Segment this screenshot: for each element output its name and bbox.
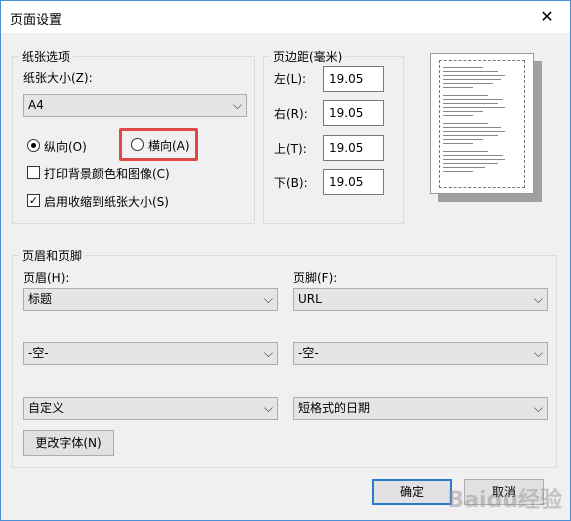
ok-button[interactable]: 确定 xyxy=(372,479,452,505)
chevron-down-icon: ⌵ xyxy=(533,401,543,415)
paper-options-label: 纸张选项 xyxy=(19,48,74,65)
margin-top-input[interactable]: 19.05 xyxy=(323,135,384,161)
margin-right-input[interactable]: 19.05 xyxy=(323,100,384,126)
title-bar: 页面设置 ✕ xyxy=(1,1,570,33)
shrink-to-fit-label: 启用收缩到纸张大小(S) xyxy=(44,195,169,209)
header-select-1[interactable]: 标题 ⌵ xyxy=(23,288,278,311)
margin-top-label: 上(T): xyxy=(274,142,307,156)
footer-select-1[interactable]: URL ⌵ xyxy=(293,288,548,311)
header-select-3[interactable]: 自定义 ⌵ xyxy=(23,397,278,420)
footer-select-1-value: URL xyxy=(298,292,322,306)
margins-label: 页边距(毫米) xyxy=(270,48,346,65)
print-background-checkbox[interactable] xyxy=(27,166,40,179)
margin-right-label: 右(R): xyxy=(274,107,308,121)
shrink-to-fit-checkbox[interactable]: ✓ xyxy=(27,194,40,207)
baidu-watermark: Baidu经验 xyxy=(447,488,562,513)
header-select-2-value: -空- xyxy=(28,346,49,360)
page-preview xyxy=(430,53,534,194)
chevron-down-icon: ⌵ xyxy=(533,292,543,306)
header-label: 页眉(H): xyxy=(23,271,70,285)
print-background-label: 打印背景颜色和图像(C) xyxy=(44,167,170,181)
chevron-down-icon: ⌵ xyxy=(263,346,273,360)
header-select-2[interactable]: -空- ⌵ xyxy=(23,342,278,365)
header-select-3-value: 自定义 xyxy=(28,401,65,415)
margin-left-label: 左(L): xyxy=(274,72,307,86)
footer-select-3-value: 短格式的日期 xyxy=(298,401,371,415)
footer-select-2-value: -空- xyxy=(298,346,319,360)
change-font-button[interactable]: 更改字体(N) xyxy=(23,430,114,456)
paper-size-label: 纸张大小(Z): xyxy=(23,71,93,85)
dialog-title: 页面设置 xyxy=(10,13,63,28)
margin-bottom-input[interactable]: 19.05 xyxy=(323,169,384,195)
footer-select-3[interactable]: 短格式的日期 ⌵ xyxy=(293,397,548,420)
portrait-radio[interactable] xyxy=(27,139,40,152)
paper-size-value: A4 xyxy=(28,98,44,112)
paper-size-select[interactable]: A4 ⌵ xyxy=(23,94,247,117)
close-icon[interactable]: ✕ xyxy=(524,1,570,32)
margin-left-input[interactable]: 19.05 xyxy=(323,66,384,92)
chevron-down-icon: ⌵ xyxy=(533,346,543,360)
margin-bottom-label: 下(B): xyxy=(274,176,308,190)
chevron-down-icon: ⌵ xyxy=(263,292,273,306)
header-select-1-value: 标题 xyxy=(28,292,53,306)
chevron-down-icon: ⌵ xyxy=(263,401,273,415)
footer-select-2[interactable]: -空- ⌵ xyxy=(293,342,548,365)
footer-label: 页脚(F): xyxy=(293,271,338,285)
header-footer-label: 页眉和页脚 xyxy=(19,247,86,264)
highlight-box xyxy=(119,128,198,161)
chevron-down-icon: ⌵ xyxy=(232,98,242,112)
page-setup-dialog: 页面设置 ✕ 纸张选项 纸张大小(Z): A4 ⌵ 纵向(O) 横向(A) 打印… xyxy=(0,0,571,521)
preview-margin-box xyxy=(439,60,525,188)
portrait-label: 纵向(O) xyxy=(44,140,87,154)
